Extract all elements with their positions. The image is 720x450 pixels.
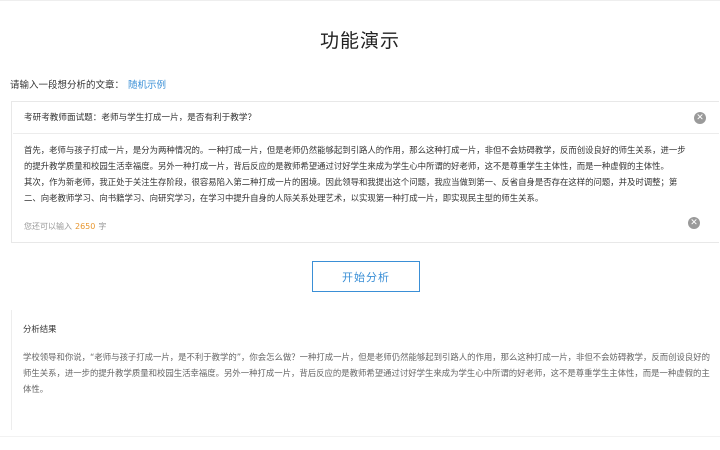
clear-title-close-icon[interactable]: ✕ [694,112,706,124]
essay-paragraph: 其次，作为新老师，我正处于关注生存阶段，很容易陷入第二种打成一片的困境。因此领导… [24,177,678,203]
title-divider [13,133,719,134]
char-counter: 您还可以输入 2650 字 [24,221,106,232]
input-prompt-label: 请输入一段想分析的文章： [10,80,125,91]
clear-body-close-icon[interactable]: ✕ [688,217,700,229]
counter-suffix: 字 [98,222,107,231]
essay-title-input[interactable]: 考研考教师面试题：老师与学生打成一片，是否有利于教学？ [24,111,664,123]
counter-prefix: 您还可以输入 [24,222,72,231]
bottom-divider [0,436,720,437]
counter-value: 2650 [75,222,96,231]
start-analysis-button[interactable]: 开始分析 [312,261,420,292]
essay-body-textarea[interactable]: 首先，老师与孩子打成一片，是分为两种情况的。一种打成一片，但是老师仍然能够起到引… [24,142,690,206]
essay-paragraph: 首先，老师与孩子打成一片，是分为两种情况的。一种打成一片，但是老师仍然能够起到引… [24,145,686,171]
result-title: 分析结果 [23,324,57,334]
result-text: 学校领导和你说，“老师与孩子打成一片，是不利于教学的”，你会怎么做？一种打成一片… [23,352,711,394]
random-example-link[interactable]: 随机示例 [128,80,166,91]
article-input-card: 考研考教师面试题：老师与学生打成一片，是否有利于教学？ ✕ 首先，老师与孩子打成… [11,101,719,243]
analysis-result-card: 分析结果 学校领导和你说，“老师与孩子打成一片，是不利于教学的”，你会怎么做？一… [11,310,719,430]
page-title: 功能演示 [319,30,400,52]
input-prompt-row: 请输入一段想分析的文章： 随机示例 [10,77,166,91]
top-divider [0,0,720,1]
